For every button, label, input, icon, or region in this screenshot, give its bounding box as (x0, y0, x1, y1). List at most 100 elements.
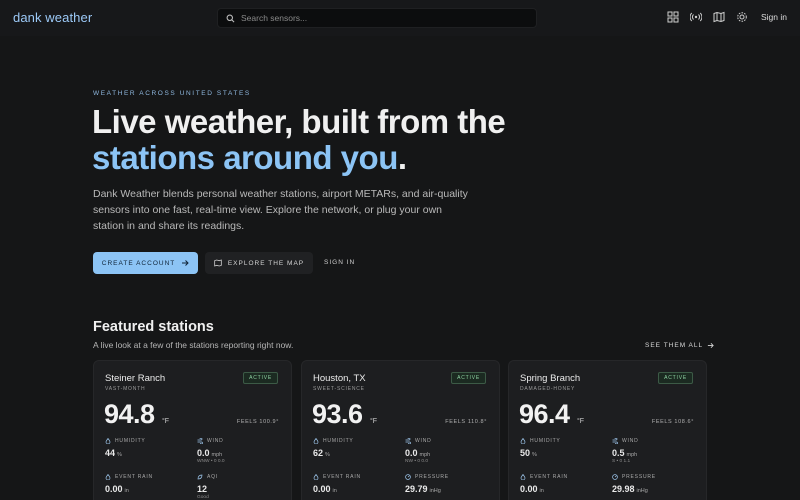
gauge-icon (612, 474, 618, 480)
sign-in-link[interactable]: Sign in (761, 12, 787, 22)
station-name: Houston, TX (313, 373, 366, 384)
temperature-value: 94.8 (104, 399, 155, 429)
humidity-value: 62 (313, 448, 324, 458)
humidity-value: 44 (105, 448, 116, 458)
featured-subtitle: A live look at a few of the stations rep… (93, 340, 294, 350)
rain-label: EVENT RAIN (323, 474, 361, 480)
droplet-icon (313, 438, 319, 444)
search-icon (226, 14, 235, 22)
wind-direction: WNW • 0 0.0 (197, 459, 225, 464)
rain-unit: in (124, 488, 129, 494)
rain-unit: in (332, 488, 337, 494)
temperature-value: 96.4 (519, 399, 570, 429)
see-all-link[interactable]: SEE THEM ALL (645, 342, 714, 349)
pressure-value: 29.98 (612, 484, 635, 494)
wind-value: 0.5 (612, 448, 625, 458)
sign-in-button[interactable]: SIGN IN (324, 259, 355, 266)
pressure-value: 29.79 (405, 484, 428, 494)
aqi-metric: AQI 12 Good (197, 474, 218, 500)
temperature-unit: °F (577, 418, 585, 425)
pressure-metric: PRESSURE 29.79 inHg (405, 474, 449, 494)
droplet-icon (105, 474, 111, 480)
headline-accent: stations around you (92, 139, 398, 176)
nav-icons: Sign in (667, 11, 787, 23)
leaf-icon (197, 474, 203, 480)
station-card[interactable]: Spring Branch DAMAGED-HONEY ACTIVE 96.4 … (508, 360, 707, 500)
rain-metric: EVENT RAIN 0.00 in (313, 474, 361, 494)
station-slug: SWEET-SCIENCE (313, 386, 365, 392)
humidity-unit: % (117, 452, 122, 458)
wind-icon (612, 438, 618, 444)
humidity-label: HUMIDITY (323, 438, 354, 444)
wind-value: 0.0 (405, 448, 418, 458)
temperature-unit: °F (370, 418, 378, 425)
wind-icon (197, 438, 203, 444)
humidity-unit: % (325, 452, 330, 458)
humidity-metric: HUMIDITY 44% (105, 438, 146, 458)
feels-like: FEELS 108.6° (651, 419, 694, 425)
map-icon[interactable] (713, 11, 725, 23)
wind-metric: WIND 0.5 mph S • 0 1.1 (612, 438, 639, 464)
search-box[interactable] (217, 8, 537, 28)
status-badge: ACTIVE (451, 372, 486, 384)
humidity-metric: HUMIDITY 62% (313, 438, 354, 458)
pressure-label: PRESSURE (415, 474, 449, 480)
humidity-label: HUMIDITY (530, 438, 561, 444)
temperature-value: 93.6 (312, 399, 363, 429)
see-all-label: SEE THEM ALL (645, 342, 704, 349)
create-account-button[interactable]: CREATE ACCOUNT (93, 252, 198, 274)
wind-label: WIND (415, 438, 432, 444)
pressure-metric: PRESSURE 29.98 inHg (612, 474, 656, 494)
rain-metric: EVENT RAIN 0.00 in (520, 474, 568, 494)
aqi-category: Good (197, 495, 209, 500)
wind-unit: mph (419, 452, 431, 458)
station-name: Steiner Ranch (105, 373, 166, 384)
search-input[interactable] (241, 13, 521, 23)
humidity-unit: % (532, 452, 537, 458)
wind-label: WIND (207, 438, 224, 444)
status-badge: ACTIVE (658, 372, 693, 384)
create-account-label: CREATE ACCOUNT (101, 259, 176, 267)
hero-headline: Live weather, built from the stations ar… (92, 104, 572, 176)
station-card[interactable]: Steiner Ranch VAST-MONTH ACTIVE 94.8 °F … (93, 360, 292, 500)
station-name: Spring Branch (520, 373, 581, 384)
explore-map-label: EXPLORE THE MAP (227, 259, 305, 267)
wind-value: 0.0 (197, 448, 210, 458)
wind-label: WIND (622, 438, 639, 444)
brand-logo[interactable]: dank weather (13, 10, 92, 25)
rain-value: 0.00 (313, 484, 331, 494)
pressure-unit: inHg (636, 488, 648, 494)
droplet-icon (105, 438, 111, 444)
aqi-label: AQI (207, 474, 219, 480)
aqi-value: 12 (197, 484, 208, 494)
rain-value: 0.00 (105, 484, 123, 494)
pressure-unit: inHg (429, 488, 441, 494)
gauge-icon (405, 474, 411, 480)
station-slug: VAST-MONTH (105, 386, 146, 392)
arrow-right-icon (708, 343, 714, 348)
rain-metric: EVENT RAIN 0.00 in (105, 474, 153, 494)
droplet-icon (520, 438, 526, 444)
droplet-icon (313, 474, 319, 480)
droplet-icon (520, 474, 526, 480)
rain-value: 0.00 (520, 484, 538, 494)
feels-like: FEELS 100.9° (236, 419, 279, 425)
rain-label: EVENT RAIN (530, 474, 568, 480)
humidity-value: 50 (520, 448, 531, 458)
gear-icon[interactable] (736, 11, 748, 23)
hero-eyebrow: WEATHER ACROSS UNITED STATES (93, 90, 251, 97)
hero-description: Dank Weather blends personal weather sta… (93, 188, 468, 232)
map-icon (214, 259, 222, 267)
wind-direction: S • 0 1.1 (612, 459, 631, 464)
broadcast-icon[interactable] (690, 11, 702, 23)
station-card[interactable]: Houston, TX SWEET-SCIENCE ACTIVE 93.6 °F… (301, 360, 500, 500)
headline-period: . (397, 139, 407, 176)
explore-map-button[interactable]: EXPLORE THE MAP (205, 252, 313, 274)
temperature-unit: °F (162, 418, 170, 425)
rain-label: EVENT RAIN (115, 474, 153, 480)
dashboard-icon[interactable] (667, 11, 679, 23)
wind-unit: mph (626, 452, 638, 458)
top-bar: dank weather Sign in (0, 0, 800, 36)
arrow-right-icon (182, 260, 189, 266)
humidity-label: HUMIDITY (115, 438, 146, 444)
